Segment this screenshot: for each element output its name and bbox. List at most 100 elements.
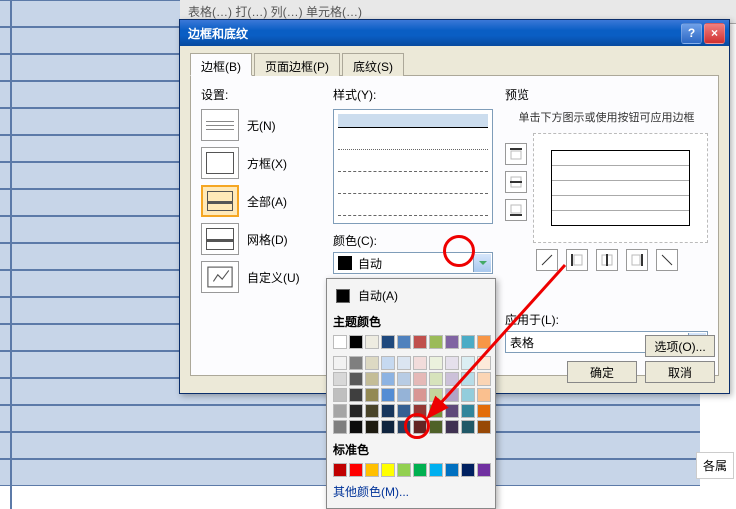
color-swatch[interactable] <box>333 335 347 349</box>
color-swatch[interactable] <box>365 356 379 370</box>
color-swatch[interactable] <box>477 388 491 402</box>
color-swatch[interactable] <box>413 463 427 477</box>
setting-all[interactable]: 全部(A) <box>201 185 321 217</box>
color-swatch[interactable] <box>429 372 443 386</box>
color-swatch[interactable] <box>381 404 395 418</box>
color-swatch[interactable] <box>429 404 443 418</box>
color-swatch[interactable] <box>397 356 411 370</box>
color-swatch[interactable] <box>477 356 491 370</box>
color-swatch[interactable] <box>365 335 379 349</box>
preview-diag2-button[interactable] <box>656 249 678 271</box>
color-swatch[interactable] <box>349 356 363 370</box>
color-swatch[interactable] <box>477 420 491 434</box>
color-swatch[interactable] <box>397 420 411 434</box>
color-swatch[interactable] <box>445 404 459 418</box>
tab-shading[interactable]: 底纹(S) <box>342 53 404 76</box>
color-swatch[interactable] <box>461 372 475 386</box>
setting-grid[interactable]: 网格(D) <box>201 223 321 255</box>
color-swatch[interactable] <box>349 420 363 434</box>
color-swatch[interactable] <box>413 388 427 402</box>
color-swatch[interactable] <box>461 420 475 434</box>
color-swatch[interactable] <box>365 463 379 477</box>
color-swatch[interactable] <box>365 372 379 386</box>
options-button[interactable]: 选项(O)... <box>645 335 715 357</box>
setting-custom[interactable]: 自定义(U) <box>201 261 321 293</box>
setting-box[interactable]: 方框(X) <box>201 147 321 179</box>
color-swatch[interactable] <box>429 335 443 349</box>
color-swatch[interactable] <box>477 335 491 349</box>
color-swatch[interactable] <box>397 404 411 418</box>
apply-to-value: 表格 <box>510 334 534 351</box>
color-swatch[interactable] <box>461 404 475 418</box>
color-swatch[interactable] <box>429 463 443 477</box>
color-swatch[interactable] <box>429 356 443 370</box>
color-swatch[interactable] <box>461 335 475 349</box>
preview-diagram[interactable] <box>533 133 708 243</box>
color-swatch[interactable] <box>381 463 395 477</box>
color-swatch[interactable] <box>413 420 427 434</box>
close-button[interactable]: × <box>704 23 725 44</box>
color-swatch[interactable] <box>413 372 427 386</box>
color-swatch[interactable] <box>381 356 395 370</box>
color-swatch[interactable] <box>381 372 395 386</box>
color-swatch[interactable] <box>397 388 411 402</box>
preview-vmiddle-border-button[interactable] <box>596 249 618 271</box>
color-swatch[interactable] <box>365 404 379 418</box>
setting-none[interactable]: 无(N) <box>201 109 321 141</box>
color-auto-option[interactable]: 自动(A) <box>331 283 491 308</box>
color-swatch[interactable] <box>349 372 363 386</box>
color-swatch[interactable] <box>429 388 443 402</box>
color-swatch[interactable] <box>445 463 459 477</box>
tab-page-border[interactable]: 页面边框(P) <box>254 53 340 76</box>
preview-diag1-button[interactable] <box>536 249 558 271</box>
color-swatch[interactable] <box>397 463 411 477</box>
color-swatch[interactable] <box>349 388 363 402</box>
preview-left-border-button[interactable] <box>566 249 588 271</box>
color-swatch[interactable] <box>397 335 411 349</box>
cancel-button[interactable]: 取消 <box>645 361 715 383</box>
color-swatch[interactable] <box>365 420 379 434</box>
color-swatch[interactable] <box>349 463 363 477</box>
ok-button[interactable]: 确定 <box>567 361 637 383</box>
color-swatch[interactable] <box>429 420 443 434</box>
color-swatch[interactable] <box>365 388 379 402</box>
color-swatch[interactable] <box>477 404 491 418</box>
color-swatch[interactable] <box>413 335 427 349</box>
preview-bottom-border-button[interactable] <box>505 199 527 221</box>
color-swatch[interactable] <box>461 356 475 370</box>
more-colors-option[interactable]: 其他颜色(M)... <box>331 479 491 504</box>
color-swatch[interactable] <box>333 388 347 402</box>
color-dropdown[interactable]: 自动 <box>333 252 493 274</box>
preview-top-border-button[interactable] <box>505 143 527 165</box>
color-swatch[interactable] <box>445 372 459 386</box>
color-swatch[interactable] <box>413 404 427 418</box>
color-swatch[interactable] <box>333 420 347 434</box>
color-swatch[interactable] <box>477 372 491 386</box>
color-swatch[interactable] <box>349 404 363 418</box>
color-swatch[interactable] <box>333 356 347 370</box>
color-swatch[interactable] <box>445 356 459 370</box>
color-swatch[interactable] <box>413 356 427 370</box>
color-swatch[interactable] <box>445 388 459 402</box>
color-swatch[interactable] <box>381 420 395 434</box>
settings-column: 设置: 无(N) 方框(X) 全部(A) 网格(D) <box>201 86 321 365</box>
dialog-titlebar[interactable]: 边框和底纹 ? × <box>180 20 729 46</box>
color-swatch[interactable] <box>461 463 475 477</box>
color-swatch[interactable] <box>477 463 491 477</box>
color-swatch[interactable] <box>397 372 411 386</box>
color-swatch[interactable] <box>333 372 347 386</box>
tab-border[interactable]: 边框(B) <box>190 53 252 76</box>
color-swatch[interactable] <box>333 463 347 477</box>
preview-right-border-button[interactable] <box>626 249 648 271</box>
dropdown-arrow-icon[interactable] <box>473 254 491 272</box>
style-listbox[interactable] <box>333 109 493 224</box>
color-swatch[interactable] <box>381 335 395 349</box>
color-swatch[interactable] <box>445 420 459 434</box>
color-swatch[interactable] <box>445 335 459 349</box>
color-swatch[interactable] <box>333 404 347 418</box>
help-button[interactable]: ? <box>681 23 702 44</box>
preview-hmiddle-border-button[interactable] <box>505 171 527 193</box>
color-swatch[interactable] <box>381 388 395 402</box>
color-swatch[interactable] <box>461 388 475 402</box>
color-swatch[interactable] <box>349 335 363 349</box>
